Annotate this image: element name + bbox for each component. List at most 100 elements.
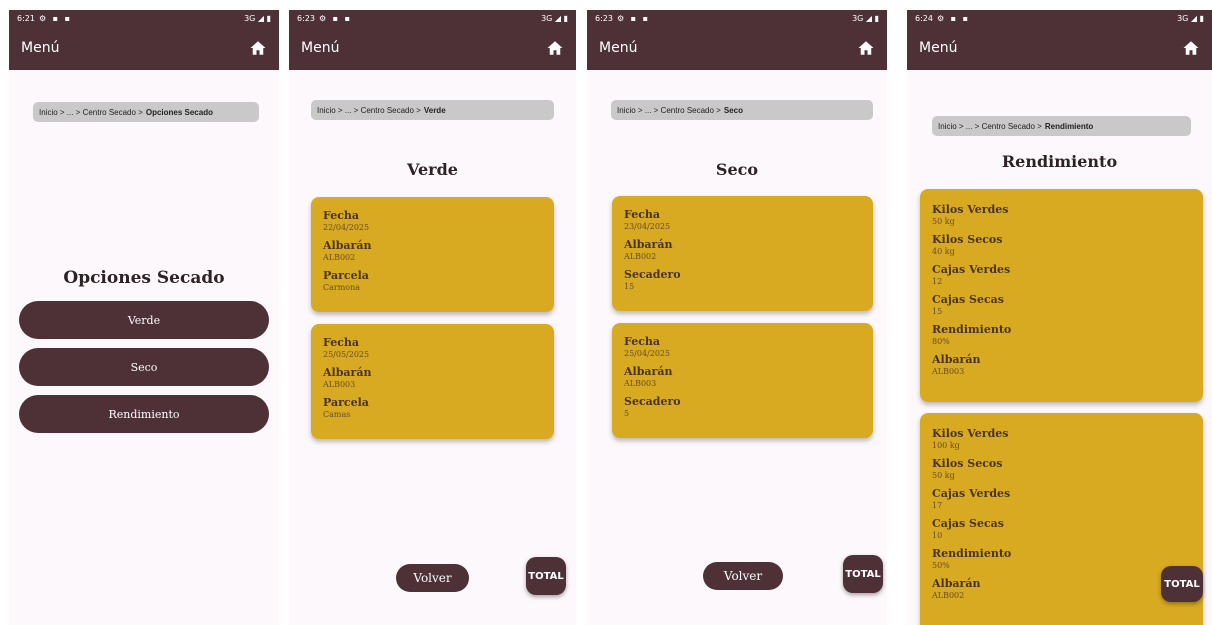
status-network: 3G ◢ ▮ bbox=[1177, 13, 1204, 23]
kilos-verdes-label: Kilos Verdes bbox=[932, 427, 1009, 440]
app-bar: Menú bbox=[907, 26, 1212, 70]
albaran-label: Albarán bbox=[323, 239, 372, 252]
parcela-value: Carmona bbox=[323, 283, 361, 292]
breadcrumb-path[interactable]: Inicio > ... > Centro Secado > bbox=[317, 106, 421, 115]
cajas-verdes-value: 17 bbox=[932, 501, 943, 510]
page-title: Rendimiento bbox=[1001, 152, 1118, 171]
fecha-label: Fecha bbox=[323, 209, 360, 222]
kilos-verdes-value: 50 kg bbox=[932, 217, 955, 226]
breadcrumb-current: Rendimiento bbox=[1044, 121, 1094, 131]
status-time: 6:23 bbox=[595, 13, 613, 23]
cajas-secas-value: 15 bbox=[932, 307, 943, 316]
record-card[interactable]: Fecha 25/04/2025 Albarán ALB003 Secadero… bbox=[612, 323, 873, 438]
parcela-value: Camas bbox=[323, 410, 351, 419]
app-bar: Menú bbox=[9, 26, 279, 70]
fecha-value: 22/04/2025 bbox=[323, 223, 370, 232]
albaran-label: Albarán bbox=[932, 353, 981, 366]
home-icon[interactable] bbox=[857, 39, 875, 57]
screen-verde: 6:23 ⚙ ▪ ▪ 3G ◢ ▮ Menú Inicio > ... > Ce… bbox=[289, 10, 576, 625]
rendimiento-button[interactable]: Rendimiento bbox=[19, 395, 269, 433]
breadcrumb-current: Opciones Secado bbox=[145, 107, 213, 117]
albaran-label: Albarán bbox=[624, 238, 673, 251]
menu-button[interactable]: Menú bbox=[301, 40, 339, 56]
app-bar: Menú bbox=[587, 26, 887, 70]
secadero-label: Secadero bbox=[624, 395, 681, 408]
rendimiento-label: Rendimiento bbox=[932, 323, 1012, 336]
fecha-label: Fecha bbox=[624, 335, 661, 348]
screen-rendimiento: 6:24 ⚙ ▪ ▪ 3G ◢ ▮ Menú Inicio > ... > Ce… bbox=[907, 10, 1212, 625]
secadero-value: 15 bbox=[624, 282, 635, 291]
albaran-value: ALB003 bbox=[932, 367, 965, 376]
screen-seco: 6:23 ⚙ ▪ ▪ 3G ◢ ▮ Menú Inicio > ... > Ce… bbox=[587, 10, 887, 625]
page-title: Seco bbox=[715, 160, 759, 179]
kilos-secos-value: 40 kg bbox=[932, 247, 955, 256]
status-notification-icons: ⚙ ▪ ▪ bbox=[318, 13, 353, 23]
breadcrumb: Inicio > ... > Centro Secado > Rendimien… bbox=[932, 116, 1191, 136]
volver-button[interactable]: Volver bbox=[703, 562, 783, 590]
status-time: 6:21 bbox=[17, 13, 35, 23]
cajas-verdes-value: 12 bbox=[932, 277, 943, 286]
breadcrumb-current: Seco bbox=[723, 105, 743, 115]
record-card[interactable]: Fecha 25/05/2025 Albarán ALB003 Parcela … bbox=[311, 324, 554, 439]
seco-button[interactable]: Seco bbox=[19, 348, 269, 386]
status-bar: 6:23 ⚙ ▪ ▪ 3G ◢ ▮ bbox=[289, 10, 576, 26]
status-notification-icons: ⚙ ▪ ▪ bbox=[936, 13, 971, 23]
home-icon[interactable] bbox=[1182, 39, 1200, 57]
home-icon[interactable] bbox=[546, 39, 564, 57]
volver-button[interactable]: Volver bbox=[396, 564, 469, 592]
rendimiento-value: 50% bbox=[932, 561, 950, 570]
rendimiento-label: Rendimiento bbox=[932, 547, 1012, 560]
breadcrumb-path[interactable]: Inicio > ... > Centro Secado > bbox=[39, 108, 143, 117]
parcela-label: Parcela bbox=[323, 269, 369, 282]
total-button[interactable]: TOTAL bbox=[526, 557, 566, 595]
kilos-secos-label: Kilos Secos bbox=[932, 233, 1003, 246]
menu-button[interactable]: Menú bbox=[599, 40, 637, 56]
cajas-secas-label: Cajas Secas bbox=[932, 517, 1004, 530]
app-bar: Menú bbox=[289, 26, 576, 70]
secadero-label: Secadero bbox=[624, 268, 681, 281]
record-card[interactable]: Fecha 23/04/2025 Albarán ALB002 Secadero… bbox=[612, 196, 873, 311]
total-button[interactable]: TOTAL bbox=[843, 555, 883, 593]
albaran-label: Albarán bbox=[932, 577, 981, 590]
rendimiento-value: 80% bbox=[932, 337, 950, 346]
breadcrumb: Inicio > ... > Centro Secado > Seco bbox=[611, 100, 873, 120]
status-network: 3G ◢ ▮ bbox=[244, 13, 271, 23]
rendimiento-card[interactable]: Kilos Verdes 50 kg Kilos Secos 40 kg Caj… bbox=[920, 189, 1203, 402]
cajas-verdes-label: Cajas Verdes bbox=[932, 263, 1011, 276]
menu-button[interactable]: Menú bbox=[21, 40, 59, 56]
page-title: Opciones Secado bbox=[63, 268, 225, 288]
albaran-value: ALB002 bbox=[932, 591, 965, 600]
record-card[interactable]: Fecha 22/04/2025 Albarán ALB002 Parcela … bbox=[311, 197, 554, 312]
breadcrumb-current: Verde bbox=[423, 105, 446, 115]
home-icon[interactable] bbox=[249, 39, 267, 57]
status-notification-icons: ⚙ ▪ ▪ bbox=[38, 13, 73, 23]
fecha-value: 25/05/2025 bbox=[323, 350, 370, 359]
page-title: Verde bbox=[407, 160, 458, 179]
fecha-label: Fecha bbox=[323, 336, 360, 349]
albaran-label: Albarán bbox=[323, 366, 372, 379]
total-button[interactable]: TOTAL bbox=[1161, 566, 1203, 602]
kilos-verdes-label: Kilos Verdes bbox=[932, 203, 1009, 216]
breadcrumb-path[interactable]: Inicio > ... > Centro Secado > bbox=[938, 122, 1042, 131]
albaran-value: ALB002 bbox=[323, 253, 356, 262]
status-network: 3G ◢ ▮ bbox=[541, 13, 568, 23]
breadcrumb: Inicio > ... > Centro Secado > Opciones … bbox=[33, 102, 259, 122]
status-bar: 6:24 ⚙ ▪ ▪ 3G ◢ ▮ bbox=[907, 10, 1212, 26]
parcela-label: Parcela bbox=[323, 396, 369, 409]
menu-button[interactable]: Menú bbox=[919, 40, 957, 56]
albaran-value: ALB003 bbox=[624, 379, 657, 388]
status-bar: 6:21 ⚙ ▪ ▪ 3G ◢ ▮ bbox=[9, 10, 279, 26]
fecha-value: 23/04/2025 bbox=[624, 222, 671, 231]
breadcrumb: Inicio > ... > Centro Secado > Verde bbox=[311, 100, 554, 120]
status-bar: 6:23 ⚙ ▪ ▪ 3G ◢ ▮ bbox=[587, 10, 887, 26]
verde-button[interactable]: Verde bbox=[19, 301, 269, 339]
cajas-secas-label: Cajas Secas bbox=[932, 293, 1004, 306]
kilos-verdes-value: 100 kg bbox=[932, 441, 960, 450]
albaran-label: Albarán bbox=[624, 365, 673, 378]
breadcrumb-path[interactable]: Inicio > ... > Centro Secado > bbox=[617, 106, 721, 115]
kilos-secos-value: 50 kg bbox=[932, 471, 955, 480]
cajas-secas-value: 10 bbox=[932, 531, 943, 540]
fecha-label: Fecha bbox=[624, 208, 661, 221]
albaran-value: ALB003 bbox=[323, 380, 356, 389]
albaran-value: ALB002 bbox=[624, 252, 657, 261]
